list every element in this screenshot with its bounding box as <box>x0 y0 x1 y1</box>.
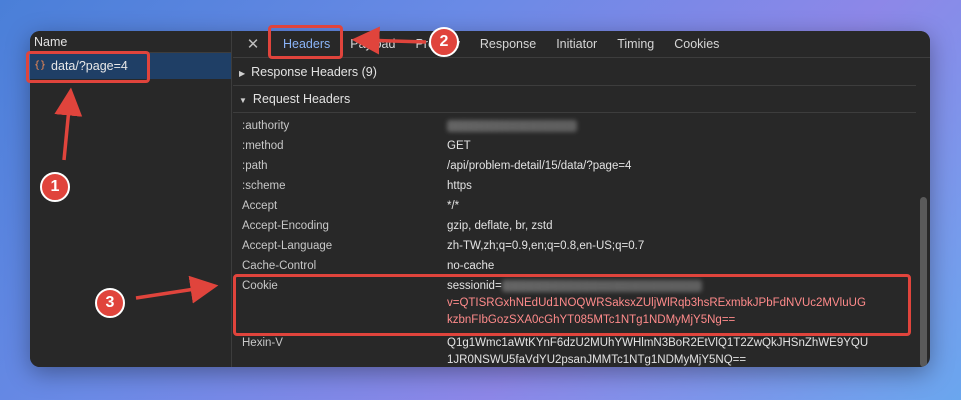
blurred-value <box>447 119 577 132</box>
header-row: Accept */* <box>242 200 460 212</box>
tab-headers[interactable]: Headers <box>273 31 341 58</box>
header-row: :path /api/problem-detail/15/data/?page=… <box>242 160 632 172</box>
triangle-down-icon: ▼ <box>239 96 247 105</box>
tab-initiator[interactable]: Initiator <box>546 31 607 58</box>
blurred-value <box>501 279 702 292</box>
headers-content: ▶ Response Headers (9) ▼ Request Headers :… <box>233 59 930 367</box>
request-headers-toggle[interactable]: ▼ Request Headers <box>233 86 916 113</box>
header-row: :method GET <box>242 140 471 152</box>
header-row: Accept-Language zh-TW,zh;q=0.9,en;q=0.8,… <box>242 240 645 252</box>
detail-tabbar: ✕ Headers Payload Preview Response Initi… <box>233 31 930 58</box>
xhr-icon: {} <box>34 60 47 71</box>
annotation-badge-2: 2 <box>429 27 459 57</box>
tab-cookies[interactable]: Cookies <box>664 31 729 58</box>
tab-response[interactable]: Response <box>470 31 546 58</box>
tab-payload[interactable]: Payload <box>340 31 405 58</box>
cookie-value-line: kzbnFIbGozSXA0cGhYT085MTc1NTg1NDMyMjY5Ng… <box>447 314 736 326</box>
close-icon[interactable]: ✕ <box>233 35 273 53</box>
request-headers-list: :authority :method GET :path /api/proble… <box>233 113 930 367</box>
response-headers-toggle[interactable]: ▶ Response Headers (9) <box>233 59 916 86</box>
cookie-value-line: v=QTISRGxhNEdUd1NOQWRSaksxZUljWlRqb3hsRE… <box>447 297 866 309</box>
name-column-header[interactable]: Name <box>30 31 231 53</box>
header-row: Hexin-V Q1g1Wmc1aWtKYnF6dzU2MUhYWHlmN3Bo… <box>242 337 869 366</box>
tab-timing[interactable]: Timing <box>607 31 664 58</box>
detail-pane: ✕ Headers Payload Preview Response Initi… <box>233 31 930 367</box>
devtools-window: Name {} data/?page=4 ✕ Headers Payload P… <box>30 31 930 367</box>
scrollbar[interactable] <box>920 197 927 367</box>
request-row-selected[interactable]: {} data/?page=4 <box>30 53 231 79</box>
header-row: Cache-Control no-cache <box>242 260 495 272</box>
request-name: data/?page=4 <box>51 59 128 73</box>
annotation-badge-3: 3 <box>95 288 125 318</box>
triangle-right-icon: ▶ <box>239 69 246 78</box>
header-row: :scheme https <box>242 180 472 192</box>
header-row: Accept-Encoding gzip, deflate, br, zstd <box>242 220 553 232</box>
cookie-header-row: Cookie sessionid= v=QTISRGxhNEdUd1NOQWRS… <box>233 278 930 329</box>
header-row: :authority <box>233 116 930 136</box>
annotation-badge-1: 1 <box>40 172 70 202</box>
